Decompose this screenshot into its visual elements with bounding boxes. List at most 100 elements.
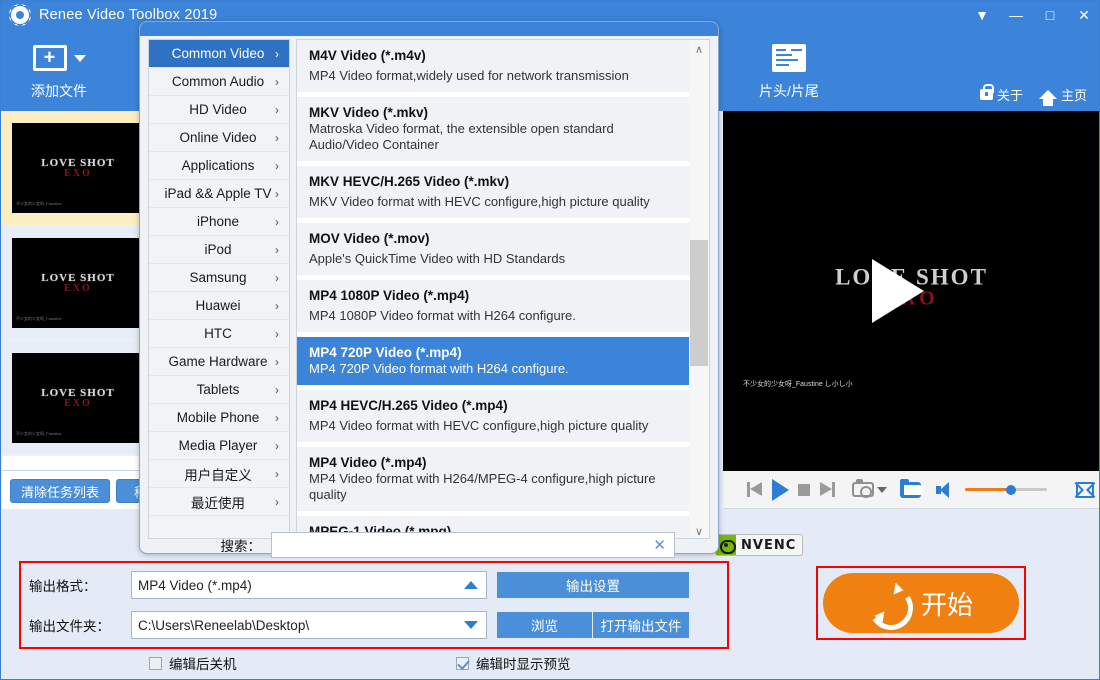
category-item[interactable]: 最近使用 › <box>149 488 289 516</box>
add-file-button[interactable]: 添加文件 <box>1 37 117 101</box>
format-item[interactable]: MP4 HEVC/H.265 Video (*.mp4) MP4 Video fo… <box>297 390 691 442</box>
minimize-button[interactable]: — <box>999 1 1033 29</box>
format-item[interactable]: MOV Video (*.mov) Apple's QuickTime Video… <box>297 223 691 275</box>
category-item[interactable]: iPad && Apple TV › <box>149 180 289 208</box>
chevron-up-icon[interactable] <box>464 581 478 589</box>
chevron-right-icon: › <box>275 438 279 453</box>
video-preview[interactable]: LOVE SHOT EXO 不少女的少女呀_Faustine し小し小 <box>723 111 1099 471</box>
add-file-icon <box>1 37 117 79</box>
nvenc-badge: NVENC <box>715 534 804 556</box>
shutdown-after-edit-label: 编辑后关机 <box>169 657 237 672</box>
volume-button[interactable] <box>936 477 956 503</box>
chevron-down-icon[interactable] <box>73 54 86 62</box>
refresh-icon <box>869 582 905 624</box>
category-item[interactable]: Common Video › <box>149 40 289 68</box>
home-icon <box>1038 90 1057 106</box>
start-button[interactable]: 开始 <box>816 566 1026 640</box>
thumb-logo-line2: EXO <box>64 167 92 179</box>
format-description: Apple's QuickTime Video with HD Standard… <box>309 251 566 266</box>
output-settings-button[interactable]: 输出设置 <box>497 572 689 598</box>
search-input[interactable]: ✕ <box>271 532 675 558</box>
toolbar-right-links: 关于 主页 <box>970 84 1087 106</box>
category-item[interactable]: iPhone › <box>149 208 289 236</box>
thumb-logo-line1: LOVE SHOT <box>41 386 115 399</box>
format-item[interactable]: MP4 720P Video (*.mp4) MP4 720P Video for… <box>297 337 691 385</box>
stop-icon <box>798 483 810 496</box>
speaker-icon <box>936 481 956 498</box>
play-overlay-icon[interactable] <box>871 259 924 323</box>
chevron-right-icon: › <box>275 298 279 313</box>
category-item[interactable]: Common Audio › <box>149 68 289 96</box>
format-item[interactable]: MP4 Video (*.mp4) MP4 Video format with H… <box>297 447 691 511</box>
checkbox-box[interactable] <box>456 656 469 670</box>
previous-button[interactable] <box>747 477 763 503</box>
format-item[interactable]: MKV HEVC/H.265 Video (*.mkv) MKV Video fo… <box>297 166 691 218</box>
category-item[interactable]: Media Player › <box>149 432 289 460</box>
clear-task-list-button[interactable]: 清除任务列表 <box>10 479 110 503</box>
thumb-logo-line1: LOVE SHOT <box>41 271 115 284</box>
category-label: Media Player <box>178 438 258 453</box>
thumb-watermark: 不少女的少女呀_Faustine <box>16 316 62 321</box>
open-output-folder-button[interactable]: 打开输出文件 <box>593 612 689 638</box>
fullscreen-button[interactable] <box>1074 477 1096 503</box>
camera-icon <box>852 479 874 498</box>
task-thumbnail: LOVE SHOT EXO 不少女的少女呀_Faustine <box>12 123 144 213</box>
checkbox-box[interactable] <box>149 656 162 670</box>
category-item[interactable]: Mobile Phone › <box>149 404 289 432</box>
output-folder-input[interactable]: C:\Users\Reneelab\Desktop\ <box>131 611 487 639</box>
scroll-up-icon[interactable]: ∧ <box>689 40 709 58</box>
category-item[interactable]: Huawei › <box>149 292 289 320</box>
category-item[interactable]: Samsung › <box>149 264 289 292</box>
about-link[interactable]: 关于 <box>979 84 1023 104</box>
output-settings-group: 输出格式： MP4 Video (*.mp4) 输出设置 输出文件夹： C:\U… <box>19 561 729 649</box>
category-item[interactable]: Tablets › <box>149 376 289 404</box>
open-folder-button[interactable] <box>900 477 923 503</box>
format-list-scrollbar[interactable]: ∧ ∨ <box>689 40 709 538</box>
shutdown-after-edit-checkbox[interactable]: 编辑后关机 <box>149 653 237 673</box>
play-button[interactable] <box>772 477 789 503</box>
format-description: MP4 Video format with HEVC configure,hig… <box>309 418 649 433</box>
chevron-right-icon: › <box>275 270 279 285</box>
output-format-select[interactable]: MP4 Video (*.mp4) <box>131 571 487 599</box>
scrollbar-thumb[interactable] <box>690 240 708 366</box>
previous-icon <box>747 482 763 497</box>
chevron-down-icon[interactable] <box>877 486 887 493</box>
browse-button[interactable]: 浏览 <box>497 612 592 638</box>
chevron-down-icon[interactable] <box>464 621 478 629</box>
home-link[interactable]: 主页 <box>1038 85 1087 106</box>
category-item[interactable]: HTC › <box>149 320 289 348</box>
format-item[interactable]: MKV Video (*.mkv) Matroska Video format, … <box>297 97 691 161</box>
output-format-row: 输出格式： MP4 Video (*.mp4) 输出设置 <box>21 571 689 599</box>
format-title: MKV Video (*.mkv) <box>309 105 429 120</box>
category-item[interactable]: Online Video › <box>149 124 289 152</box>
category-item[interactable]: iPod › <box>149 236 289 264</box>
format-description: MP4 1080P Video format with H264 configu… <box>309 308 576 323</box>
format-list[interactable]: M4V Video (*.m4v) MP4 Video format,widely… <box>296 39 710 539</box>
category-label: HD Video <box>189 102 247 117</box>
chevron-right-icon: › <box>275 410 279 425</box>
close-icon[interactable]: ✕ <box>653 536 666 554</box>
chevron-right-icon: › <box>275 382 279 397</box>
show-preview-checkbox[interactable]: 编辑时显示预览 <box>456 653 571 673</box>
chevron-right-icon: › <box>275 354 279 369</box>
category-item[interactable]: Applications › <box>149 152 289 180</box>
volume-slider[interactable] <box>965 483 1047 497</box>
next-button[interactable] <box>819 477 835 503</box>
format-category-list[interactable]: Common Video › Common Audio › HD Video › Onlin… <box>148 39 290 539</box>
category-item[interactable]: HD Video › <box>149 96 289 124</box>
close-button[interactable]: ✕ <box>1067 1 1099 29</box>
format-item[interactable]: MP4 1080P Video (*.mp4) MP4 1080P Video f… <box>297 280 691 332</box>
snapshot-button[interactable] <box>852 477 887 503</box>
category-item[interactable]: 用户自定义 › <box>149 460 289 488</box>
maximize-button[interactable]: □ <box>1033 1 1067 29</box>
tray-button[interactable]: ▼ <box>965 1 999 29</box>
intro-outro-button[interactable]: 片头/片尾 <box>731 37 847 101</box>
category-label: Common Video <box>171 46 265 61</box>
preview-watermark: 不少女的少女呀_Faustine し小し小 <box>743 381 853 388</box>
chevron-right-icon: › <box>275 102 279 117</box>
category-item[interactable]: Game Hardware › <box>149 348 289 376</box>
start-label: 开始 <box>920 589 973 620</box>
format-item[interactable]: M4V Video (*.m4v) MP4 Video format,widely… <box>297 40 691 92</box>
format-title: MP4 HEVC/H.265 Video (*.mp4) <box>309 398 508 413</box>
stop-button[interactable] <box>798 477 810 503</box>
